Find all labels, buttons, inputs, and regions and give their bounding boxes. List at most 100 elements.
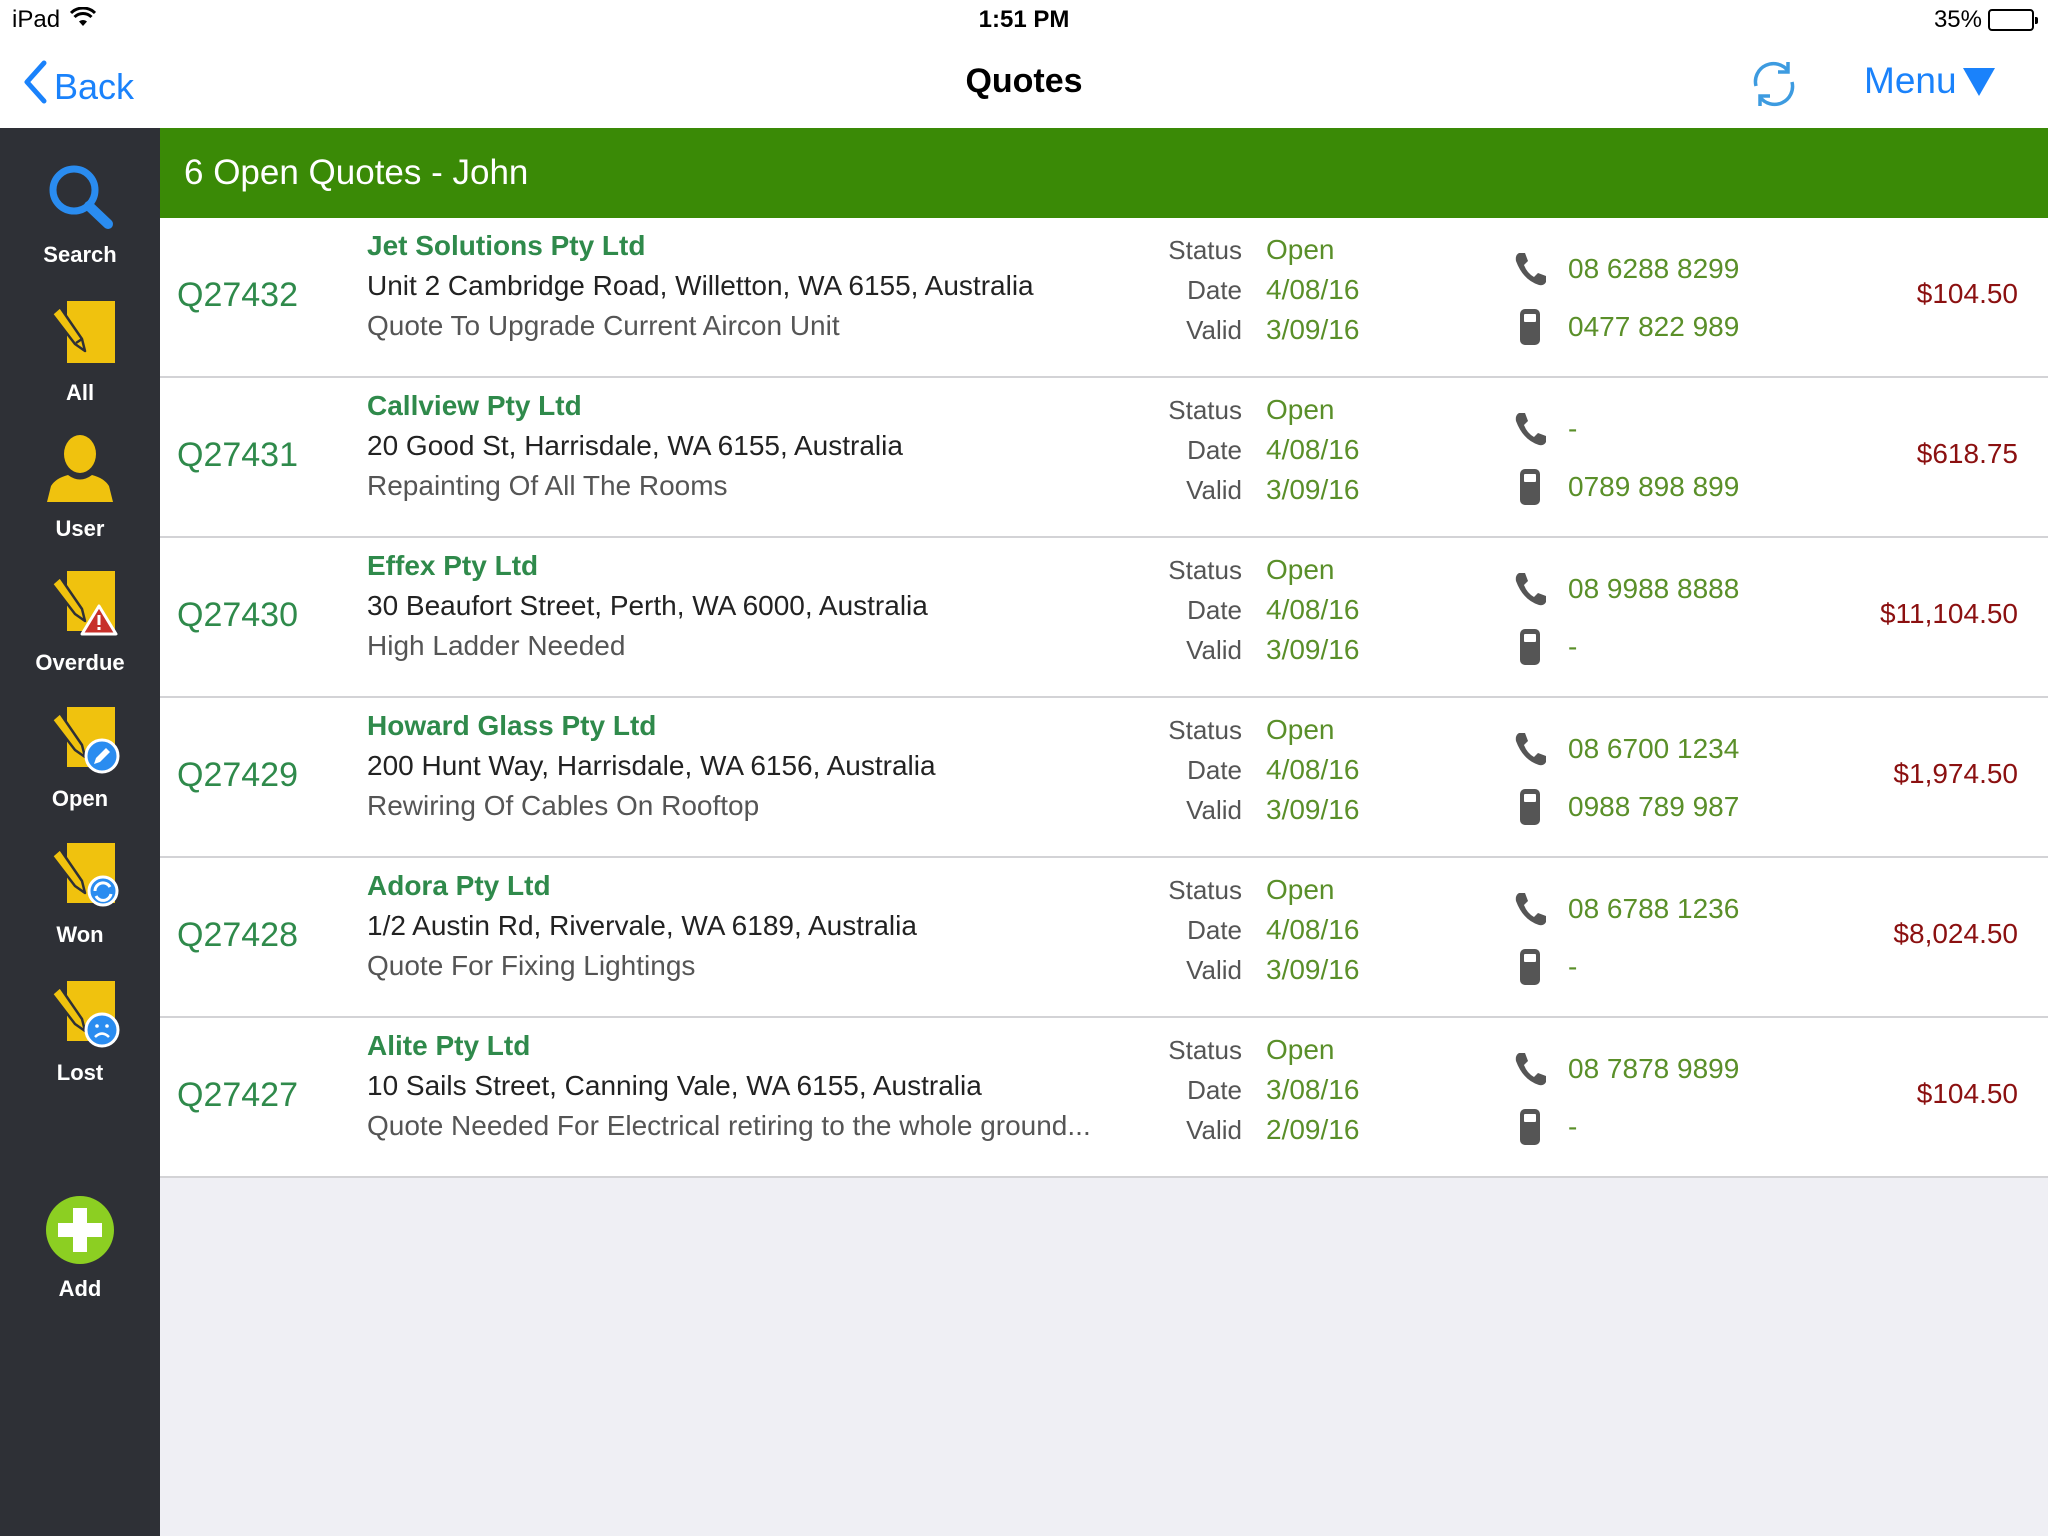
- mobile-number: 0477 822 989: [1568, 311, 1740, 342]
- mobile-link[interactable]: 0988 789 987: [1510, 778, 1739, 836]
- status-value: Open: [1266, 1034, 1335, 1065]
- date-label: Date: [1187, 434, 1242, 465]
- description: Quote Needed For Electrical retiring to …: [367, 1110, 1091, 1141]
- battery-percent: 35%: [1933, 6, 1982, 33]
- contact-numbers: 08 6788 1236 -: [1510, 880, 1739, 996]
- status-label: Status: [1168, 234, 1242, 265]
- sidebar-label: Won: [56, 922, 104, 947]
- quote-amount: $104.50: [1916, 1078, 2018, 1109]
- phone-number: 08 9988 8888: [1568, 573, 1740, 604]
- sidebar-label: Overdue: [35, 650, 125, 675]
- mobile-link[interactable]: -: [1510, 938, 1739, 996]
- sidebar-item-lost[interactable]: Lost: [0, 974, 160, 1086]
- sidebar-item-user[interactable]: User: [0, 430, 160, 542]
- back-button[interactable]: Back: [22, 60, 134, 113]
- date-label: Date: [1187, 274, 1242, 305]
- sidebar-item-add[interactable]: Add: [0, 1190, 160, 1302]
- quote-meta: Status Open Date 3/08/16 Valid 2/09/16: [1130, 1030, 1390, 1150]
- phone-link[interactable]: 08 6788 1236: [1510, 880, 1739, 938]
- address: Unit 2 Cambridge Road, Willetton, WA 615…: [367, 270, 1034, 301]
- phone-number: 08 6288 8299: [1568, 253, 1740, 284]
- description: Quote For Fixing Lightings: [367, 950, 696, 981]
- sidebar-item-won[interactable]: Won: [0, 836, 160, 948]
- status-bar: iPad 1:51 PM 35%: [0, 0, 2048, 40]
- mobile-link[interactable]: 0789 898 899: [1510, 458, 1739, 516]
- sidebar-item-overdue[interactable]: Overdue: [0, 564, 160, 676]
- quote-meta: Status Open Date 4/08/16 Valid 3/09/16: [1130, 710, 1390, 830]
- date-value: 4/08/16: [1266, 914, 1360, 945]
- status-label: Status: [1168, 554, 1242, 585]
- company-name: Adora Pty Ltd: [367, 870, 551, 901]
- status-label: Status: [1168, 714, 1242, 745]
- mobile-number: -: [1568, 1111, 1578, 1142]
- contact-numbers: 08 6700 1234 0988 789 987: [1510, 720, 1739, 836]
- phone-link[interactable]: -: [1510, 400, 1739, 458]
- status-value: Open: [1266, 554, 1335, 585]
- description: Repainting Of All The Rooms: [367, 470, 728, 501]
- quote-id: Q27431: [177, 436, 298, 474]
- quote-meta: Status Open Date 4/08/16 Valid 3/09/16: [1130, 550, 1390, 670]
- mobile-link[interactable]: -: [1510, 618, 1739, 676]
- page-title: Quotes: [965, 62, 1083, 100]
- phone-number: 08 6788 1236: [1568, 893, 1740, 924]
- valid-label: Valid: [1186, 954, 1242, 985]
- triangle-down-icon: [1962, 68, 1995, 96]
- valid-label: Valid: [1186, 634, 1242, 665]
- menu-button[interactable]: Menu: [1864, 60, 1995, 102]
- phone-icon: [1510, 569, 1550, 609]
- sidebar-label: User: [55, 516, 105, 541]
- valid-label: Valid: [1186, 314, 1242, 345]
- sidebar-item-search[interactable]: Search: [0, 156, 160, 268]
- quote-won-icon: [40, 836, 120, 916]
- description: Quote To Upgrade Current Aircon Unit: [367, 310, 840, 341]
- company-name: Effex Pty Ltd: [367, 550, 539, 581]
- phone-link[interactable]: 08 7878 9899: [1510, 1040, 1739, 1098]
- mobile-phone-icon: [1510, 467, 1550, 507]
- phone-link[interactable]: 08 9988 8888: [1510, 560, 1739, 618]
- phone-number: 08 7878 9899: [1568, 1053, 1740, 1084]
- date-label: Date: [1187, 754, 1242, 785]
- phone-icon: [1510, 1049, 1550, 1089]
- search-icon: [40, 156, 120, 236]
- status-value: Open: [1266, 874, 1335, 905]
- quote-open-icon: [40, 700, 120, 780]
- mobile-link[interactable]: -: [1510, 1098, 1739, 1156]
- address: 30 Beaufort Street, Perth, WA 6000, Aust…: [367, 590, 928, 621]
- address: 20 Good St, Harrisdale, WA 6155, Austral…: [367, 430, 903, 461]
- refresh-button[interactable]: [1748, 58, 1800, 110]
- contact-numbers: 08 7878 9899 -: [1510, 1040, 1739, 1156]
- quote-row[interactable]: Q27429 Howard Glass Pty Ltd 200 Hunt Way…: [160, 698, 2048, 858]
- valid-value: 3/09/16: [1266, 634, 1360, 665]
- mobile-link[interactable]: 0477 822 989: [1510, 298, 1739, 356]
- date-label: Date: [1187, 594, 1242, 625]
- quote-row[interactable]: Q27432 Jet Solutions Pty Ltd Unit 2 Camb…: [160, 218, 2048, 378]
- phone-link[interactable]: 08 6288 8299: [1510, 240, 1739, 298]
- quote-amount: $1,974.50: [1893, 758, 2018, 789]
- sidebar-item-all[interactable]: All: [0, 294, 160, 406]
- valid-label: Valid: [1186, 794, 1242, 825]
- quote-row[interactable]: Q27430 Effex Pty Ltd 30 Beaufort Street,…: [160, 538, 2048, 698]
- status-label: Status: [1168, 394, 1242, 425]
- quote-amount: $11,104.50: [1879, 598, 2018, 629]
- valid-label: Valid: [1186, 1114, 1242, 1145]
- quote-meta: Status Open Date 4/08/16 Valid 3/09/16: [1130, 870, 1390, 990]
- date-value: 4/08/16: [1266, 594, 1360, 625]
- contact-numbers: - 0789 898 899: [1510, 400, 1739, 516]
- date-value: 4/08/16: [1266, 434, 1360, 465]
- sidebar-item-open[interactable]: Open: [0, 700, 160, 812]
- quote-amount: $104.50: [1916, 278, 2018, 309]
- quote-icon: [40, 294, 120, 374]
- status-value: Open: [1266, 234, 1335, 265]
- status-value: Open: [1266, 394, 1335, 425]
- phone-link[interactable]: 08 6700 1234: [1510, 720, 1739, 778]
- quote-id: Q27432: [177, 276, 298, 314]
- valid-value: 3/09/16: [1266, 954, 1360, 985]
- chevron-left-icon: [22, 60, 48, 113]
- quote-lost-icon: [40, 974, 120, 1054]
- quote-row[interactable]: Q27427 Alite Pty Ltd 10 Sails Street, Ca…: [160, 1018, 2048, 1178]
- sidebar-label: Search: [43, 242, 117, 267]
- mobile-phone-icon: [1510, 1107, 1550, 1147]
- quote-row[interactable]: Q27428 Adora Pty Ltd 1/2 Austin Rd, Rive…: [160, 858, 2048, 1018]
- quote-row[interactable]: Q27431 Callview Pty Ltd 20 Good St, Harr…: [160, 378, 2048, 538]
- clock: 1:51 PM: [978, 6, 1070, 33]
